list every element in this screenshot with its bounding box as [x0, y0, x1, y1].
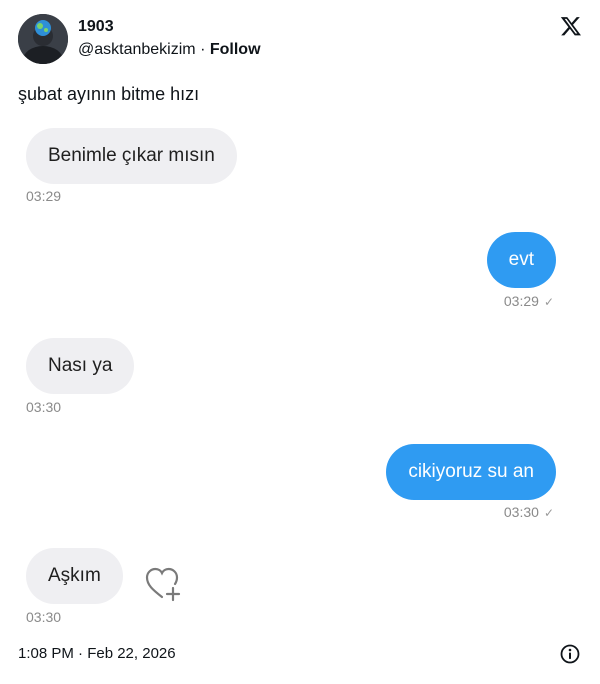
time-text: 03:30 — [503, 504, 539, 520]
message-bubble-incoming: Aşkım — [26, 548, 123, 604]
time-text: 03:30 — [26, 609, 62, 625]
post-header: 1903 @asktanbekizim · Follow — [18, 12, 584, 68]
separator: · — [200, 41, 206, 58]
author-handle[interactable]: @asktanbekizim — [78, 41, 196, 58]
heart-add-icon[interactable] — [143, 564, 183, 602]
message-text: Benimle çıkar mısın — [48, 145, 215, 166]
post-text: şubat ayının bitme hızı — [18, 84, 200, 104]
author-name[interactable]: 1903 — [78, 18, 114, 36]
message-text: cikiyoruz su an — [408, 461, 534, 482]
message-time: 03:30 ✓ — [504, 504, 554, 520]
time-text: 03:30 — [26, 399, 62, 415]
time-text: 03:29 — [26, 188, 62, 204]
checkmark-icon: ✓ — [543, 506, 554, 520]
info-icon[interactable] — [560, 644, 580, 664]
x-logo-icon[interactable] — [560, 15, 582, 37]
message-text: Aşkım — [48, 565, 101, 586]
message-time: 03:29 ✓ — [504, 293, 554, 309]
handle-row: @asktanbekizim · Follow — [78, 41, 261, 59]
message-bubble-incoming: Nası ya — [26, 338, 135, 394]
chat-screenshot: Benimle çıkar mısın 03:29 evt 03:29 ✓ Nas… — [0, 112, 600, 632]
message-bubble-outgoing: cikiyoruz su an — [386, 444, 556, 500]
post-timestamp[interactable]: 1:08 PM · Feb 22, 2026 — [18, 645, 176, 662]
message-time: 03:30 — [26, 399, 61, 415]
message-bubble-incoming: Benimle çıkar mısın — [26, 128, 237, 184]
message-bubble-outgoing: evt — [486, 232, 556, 288]
message-text: evt — [508, 249, 534, 270]
avatar[interactable] — [18, 14, 68, 64]
checkmark-icon: ✓ — [543, 295, 554, 309]
message-time: 03:30 — [26, 609, 61, 625]
follow-button[interactable]: Follow — [210, 41, 261, 58]
message-text: Nası ya — [48, 355, 113, 376]
time-text: 03:29 — [503, 293, 539, 309]
message-time: 03:29 — [26, 188, 61, 204]
